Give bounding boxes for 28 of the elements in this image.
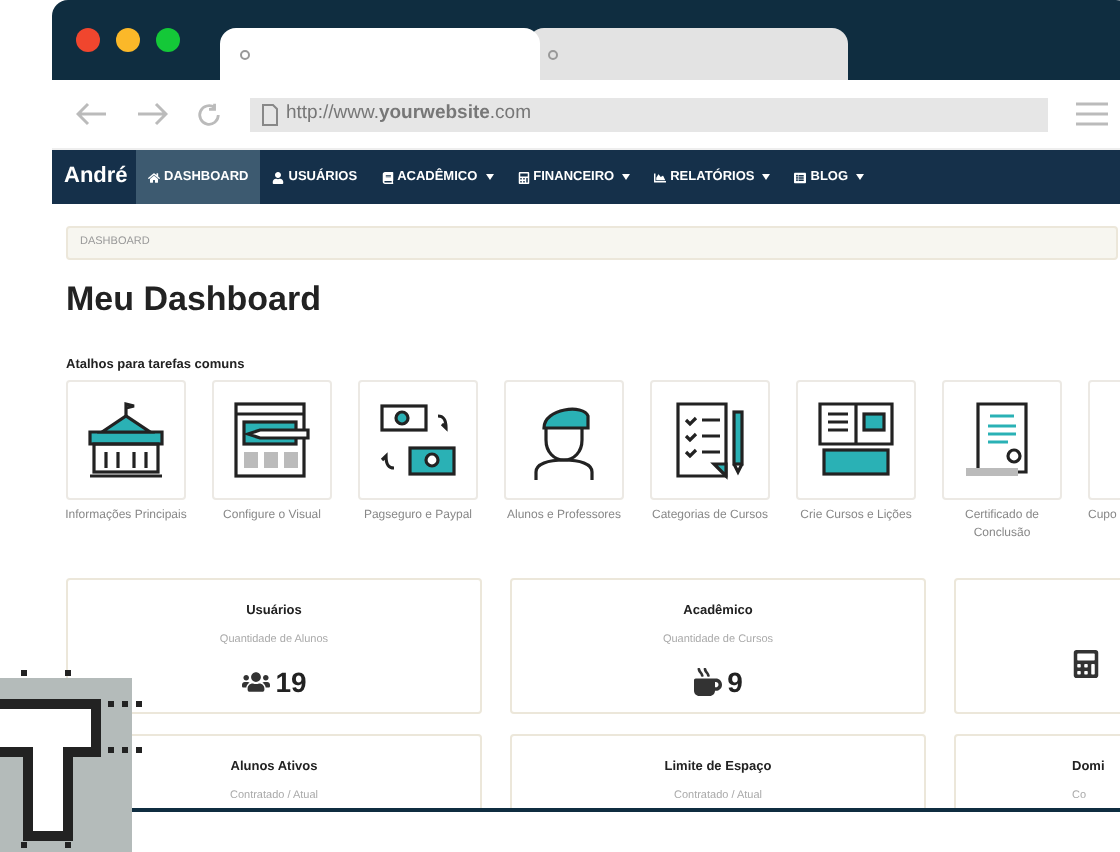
shortcut-tile[interactable] — [942, 379, 1062, 500]
shortcut-tile[interactable] — [796, 379, 916, 500]
stat-value: 9 — [727, 663, 743, 702]
shortcut-tile[interactable] — [212, 379, 332, 500]
shortcut-tile[interactable] — [650, 379, 770, 500]
shortcut-tile[interactable] — [504, 379, 624, 500]
minimize-window-icon[interactable] — [116, 28, 140, 52]
nav-item-icon — [517, 171, 530, 183]
tab-favicon-icon — [548, 49, 558, 59]
stat-value: 19 — [275, 663, 307, 702]
nav-item-icon — [148, 171, 160, 183]
page-title: Meu Dashboard — [66, 278, 324, 322]
address-bar[interactable]: http://www.yourwebsite.com — [250, 97, 1048, 131]
shortcut-tile[interactable] — [358, 379, 478, 500]
page-icon — [262, 103, 278, 125]
tab-favicon-icon — [240, 49, 250, 59]
close-window-icon[interactable] — [76, 28, 100, 52]
users-icon — [241, 668, 270, 697]
calculator-icon — [1072, 649, 1100, 678]
nav-item-icon — [654, 171, 667, 183]
coffee-cup-icon — [693, 668, 722, 697]
nav-item-icon — [381, 171, 394, 183]
shortcut-tile[interactable] — [66, 379, 186, 500]
nav-item-icon — [272, 171, 285, 183]
maximize-window-icon[interactable] — [156, 28, 180, 52]
nav-item-icon — [794, 171, 807, 183]
brand-name[interactable]: André — [52, 160, 136, 194]
url-text: http://www.yourwebsite.com — [286, 99, 531, 128]
